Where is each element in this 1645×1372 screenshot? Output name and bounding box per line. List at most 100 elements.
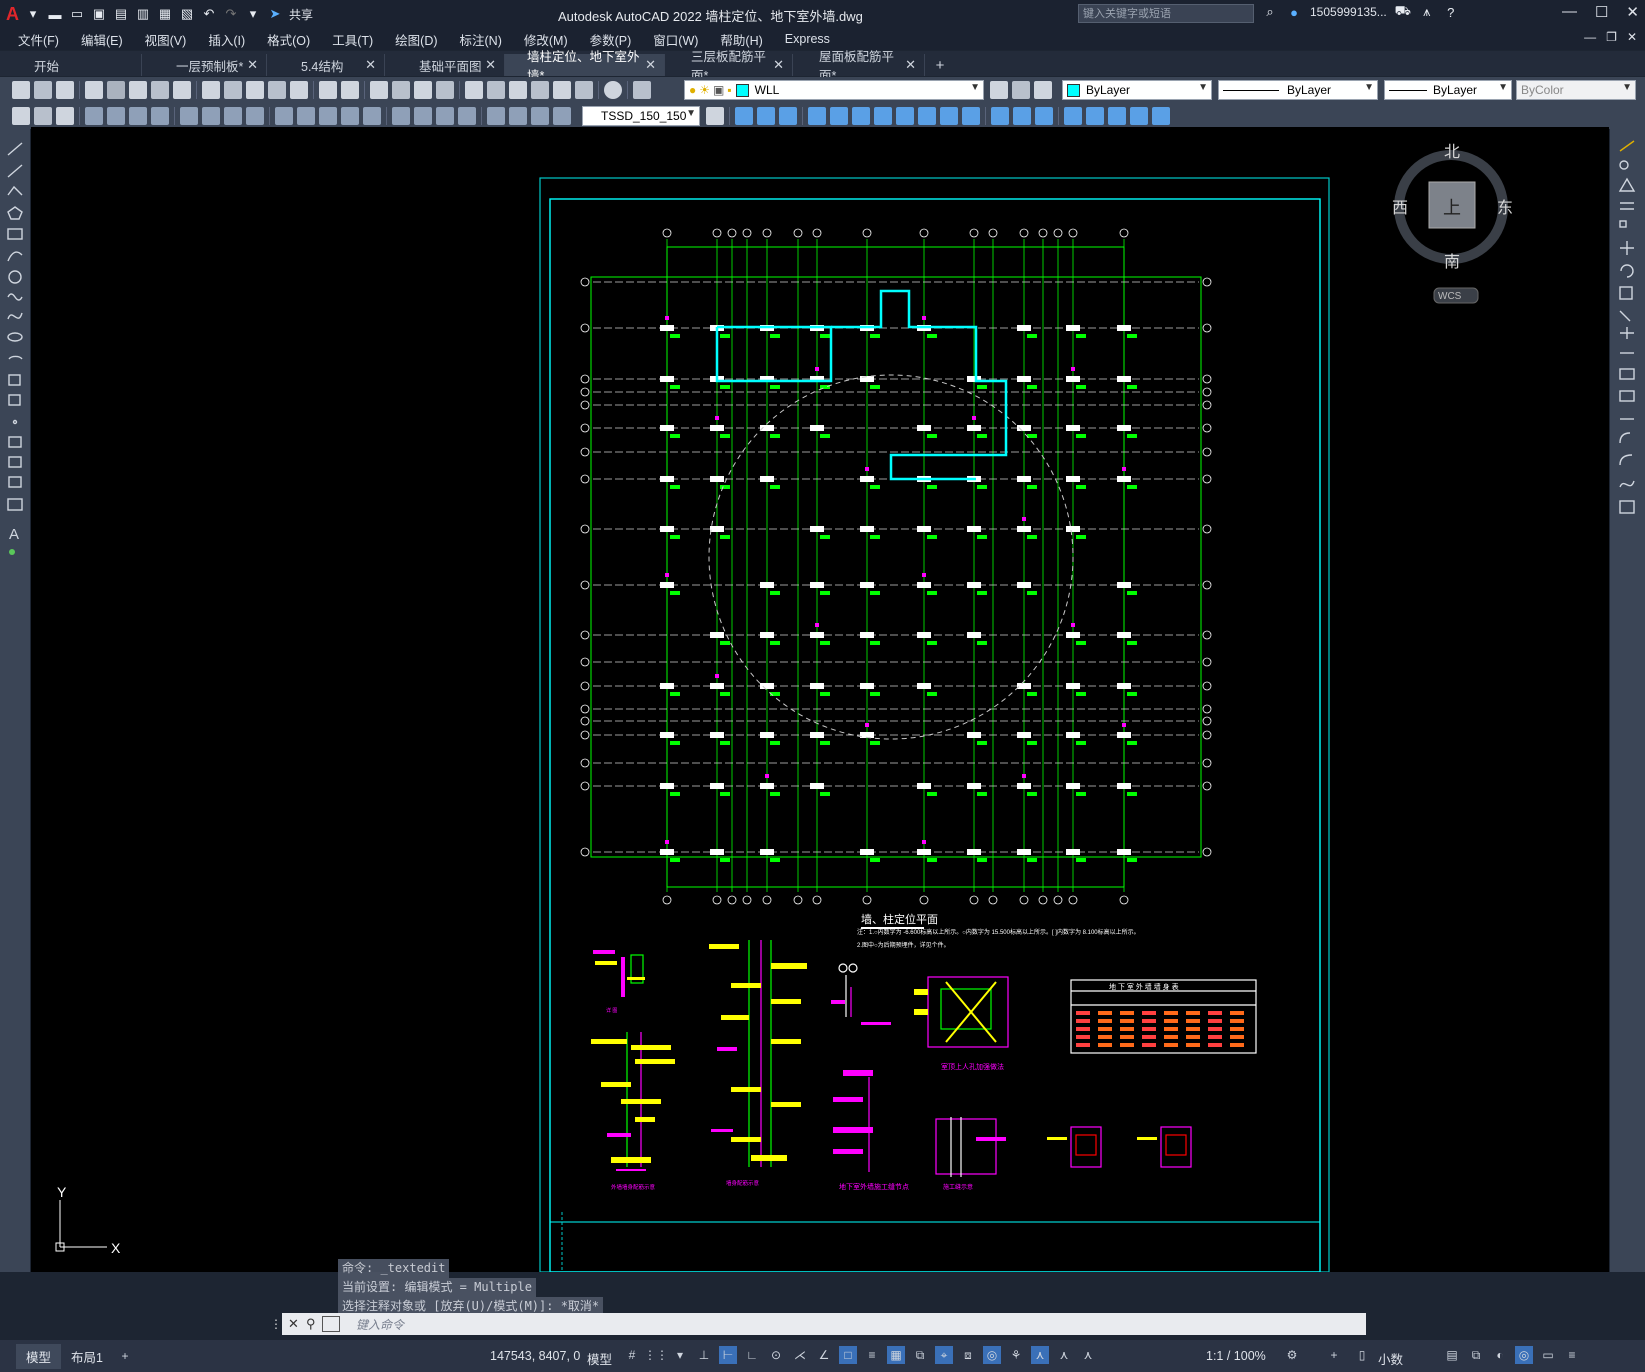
qnew-icon[interactable] bbox=[12, 81, 30, 99]
chevron-down-icon[interactable]: ▼ bbox=[1622, 82, 1632, 93]
dim-jogged-icon[interactable] bbox=[202, 107, 220, 125]
doc-close-icon[interactable]: ✕ bbox=[1627, 30, 1637, 44]
mirror-icon[interactable] bbox=[1618, 177, 1636, 192]
tssd-modify-4-icon[interactable] bbox=[808, 107, 826, 125]
menu-view[interactable]: 视图(V) bbox=[145, 30, 187, 49]
annotation-scale-dropdown[interactable]: 1:1 / 100% bbox=[1206, 1349, 1266, 1363]
snap-dropdown-icon[interactable]: ▾ bbox=[671, 1346, 689, 1364]
center-mark-icon[interactable] bbox=[414, 107, 432, 125]
help-icon[interactable]: ? bbox=[1443, 4, 1459, 20]
isolate-objects-icon[interactable]: ◐ bbox=[1491, 1346, 1509, 1364]
tssd-modify-13-icon[interactable] bbox=[1013, 107, 1031, 125]
quick-properties-icon[interactable]: ▤ bbox=[1443, 1346, 1461, 1364]
trim-icon[interactable] bbox=[1620, 327, 1634, 339]
recent-commands-icon[interactable] bbox=[322, 1316, 340, 1332]
tssd-modify-14-icon[interactable] bbox=[1035, 107, 1053, 125]
design-center-icon[interactable] bbox=[487, 81, 505, 99]
isodraft-icon[interactable]: ⋌ bbox=[791, 1346, 809, 1364]
polar-tracking-icon[interactable]: ⊙ bbox=[767, 1346, 785, 1364]
model-space-toggle[interactable]: 模型 bbox=[587, 1349, 612, 1368]
tab-model[interactable]: 模型 bbox=[16, 1343, 62, 1369]
annotation-monitor-icon[interactable]: + bbox=[1325, 1346, 1343, 1364]
dim-aligned-icon[interactable] bbox=[107, 107, 125, 125]
doc-restore-icon[interactable]: ❐ bbox=[1606, 30, 1617, 44]
scale-icon[interactable] bbox=[1619, 286, 1633, 300]
annotation-scale-icon[interactable]: ⋏ bbox=[1079, 1346, 1097, 1364]
region-icon[interactable] bbox=[8, 476, 22, 488]
zoom-realtime-icon[interactable] bbox=[392, 81, 410, 99]
auto-scale-icon[interactable]: ⋏ bbox=[1055, 1346, 1073, 1364]
save-as-icon[interactable]: ▤ bbox=[113, 6, 129, 22]
line-icon[interactable] bbox=[7, 142, 23, 156]
workspace-gear-icon[interactable]: ⚙ bbox=[1283, 1346, 1301, 1364]
dim-text-edit-icon[interactable] bbox=[509, 107, 527, 125]
make-current-icon[interactable] bbox=[990, 81, 1008, 99]
menu-dimension[interactable]: 标注(N) bbox=[460, 30, 502, 49]
tssd-tool-3-icon[interactable] bbox=[56, 107, 74, 125]
tab-file-6[interactable]: 屋面板配筋平面* ✕ bbox=[793, 50, 925, 83]
jogged-linear-icon[interactable] bbox=[458, 107, 476, 125]
tssd-tool-1-icon[interactable] bbox=[12, 107, 30, 125]
tssd-modify-19-icon[interactable] bbox=[1152, 107, 1170, 125]
chevron-down-icon[interactable]: ▼ bbox=[1198, 82, 1208, 93]
viewcube-top-face[interactable]: 上 bbox=[1443, 198, 1461, 218]
new-file-icon[interactable]: ▬ bbox=[47, 6, 63, 22]
polyline-icon[interactable] bbox=[7, 185, 23, 196]
dim-break-icon[interactable] bbox=[363, 107, 381, 125]
selection-cycling-icon[interactable]: ⧉ bbox=[911, 1346, 929, 1364]
tab-close-icon[interactable]: ✕ bbox=[247, 57, 258, 73]
dim-radius-icon[interactable] bbox=[180, 107, 198, 125]
gradient-icon[interactable] bbox=[8, 456, 22, 468]
tssd-modify-9-icon[interactable] bbox=[918, 107, 936, 125]
customize-dropdown-icon[interactable]: ▾ bbox=[245, 6, 261, 22]
selection-filter-icon[interactable]: ◎ bbox=[983, 1346, 1001, 1364]
tssd-modify-8-icon[interactable] bbox=[896, 107, 914, 125]
tab-close-icon[interactable]: ✕ bbox=[645, 57, 656, 73]
spline-icon[interactable] bbox=[7, 312, 23, 320]
match-properties-icon[interactable] bbox=[268, 81, 286, 99]
inspect-icon[interactable] bbox=[436, 107, 454, 125]
object-snap-tracking-icon[interactable]: ∠ bbox=[815, 1346, 833, 1364]
save-icon[interactable]: ▣ bbox=[91, 6, 107, 22]
dim-angular-icon[interactable] bbox=[246, 107, 264, 125]
viewcube-east[interactable]: 东 bbox=[1497, 199, 1513, 217]
linetype-dropdown[interactable]: ByLayer ▼ bbox=[1218, 80, 1378, 100]
search-icon[interactable]: ⌕ bbox=[1262, 4, 1278, 20]
dim-diameter-icon[interactable] bbox=[224, 107, 242, 125]
layer-previous-icon[interactable] bbox=[1012, 81, 1030, 99]
tssd-modify-10-icon[interactable] bbox=[940, 107, 958, 125]
ellipse-icon[interactable] bbox=[7, 332, 23, 342]
tool-palettes-icon[interactable] bbox=[509, 81, 527, 99]
publish-icon[interactable] bbox=[129, 81, 147, 99]
new-tab-icon[interactable]: + bbox=[925, 54, 955, 76]
tab-layout1[interactable]: 布局1 bbox=[61, 1344, 113, 1369]
copy-object-icon[interactable] bbox=[1619, 160, 1629, 170]
sheet-set-icon[interactable] bbox=[531, 81, 549, 99]
transparency-icon[interactable]: ▦ bbox=[887, 1346, 905, 1364]
add-layout-icon[interactable]: + bbox=[116, 1347, 134, 1365]
hatch-icon[interactable] bbox=[8, 436, 22, 448]
tab-file-2[interactable]: 5.4结构 ✕ bbox=[267, 54, 385, 76]
zoom-window-icon[interactable] bbox=[414, 81, 432, 99]
layer-properties-icon[interactable] bbox=[633, 81, 651, 99]
tssd-tool-2-icon[interactable] bbox=[34, 107, 52, 125]
markup-icon[interactable] bbox=[553, 81, 571, 99]
pan-icon[interactable] bbox=[370, 81, 388, 99]
command-input[interactable]: 键入命令 bbox=[356, 1316, 404, 1333]
block-editor-icon[interactable] bbox=[290, 81, 308, 99]
tab-file-3[interactable]: 基础平面图 ✕ bbox=[385, 54, 505, 76]
dim-arc-icon[interactable] bbox=[129, 107, 147, 125]
chevron-down-icon[interactable]: ▼ bbox=[970, 82, 980, 93]
tab-close-icon[interactable]: ✕ bbox=[905, 57, 916, 73]
globe-icon[interactable] bbox=[173, 81, 191, 99]
user-icon[interactable]: ● bbox=[1286, 4, 1302, 20]
layer-lock-icon[interactable]: ▣ bbox=[713, 83, 724, 97]
command-customize-icon[interactable]: ⚲ bbox=[306, 1316, 316, 1332]
dim-baseline-icon[interactable] bbox=[297, 107, 315, 125]
viewcube-west[interactable]: 西 bbox=[1392, 200, 1408, 217]
layer-on-icon[interactable]: ● bbox=[689, 83, 696, 97]
user-name[interactable]: 1505999135... bbox=[1310, 5, 1387, 19]
color-dropdown[interactable]: ByLayer ▼ bbox=[1062, 80, 1212, 100]
add-selected-icon[interactable] bbox=[9, 549, 15, 555]
dim-edit-icon[interactable] bbox=[487, 107, 505, 125]
